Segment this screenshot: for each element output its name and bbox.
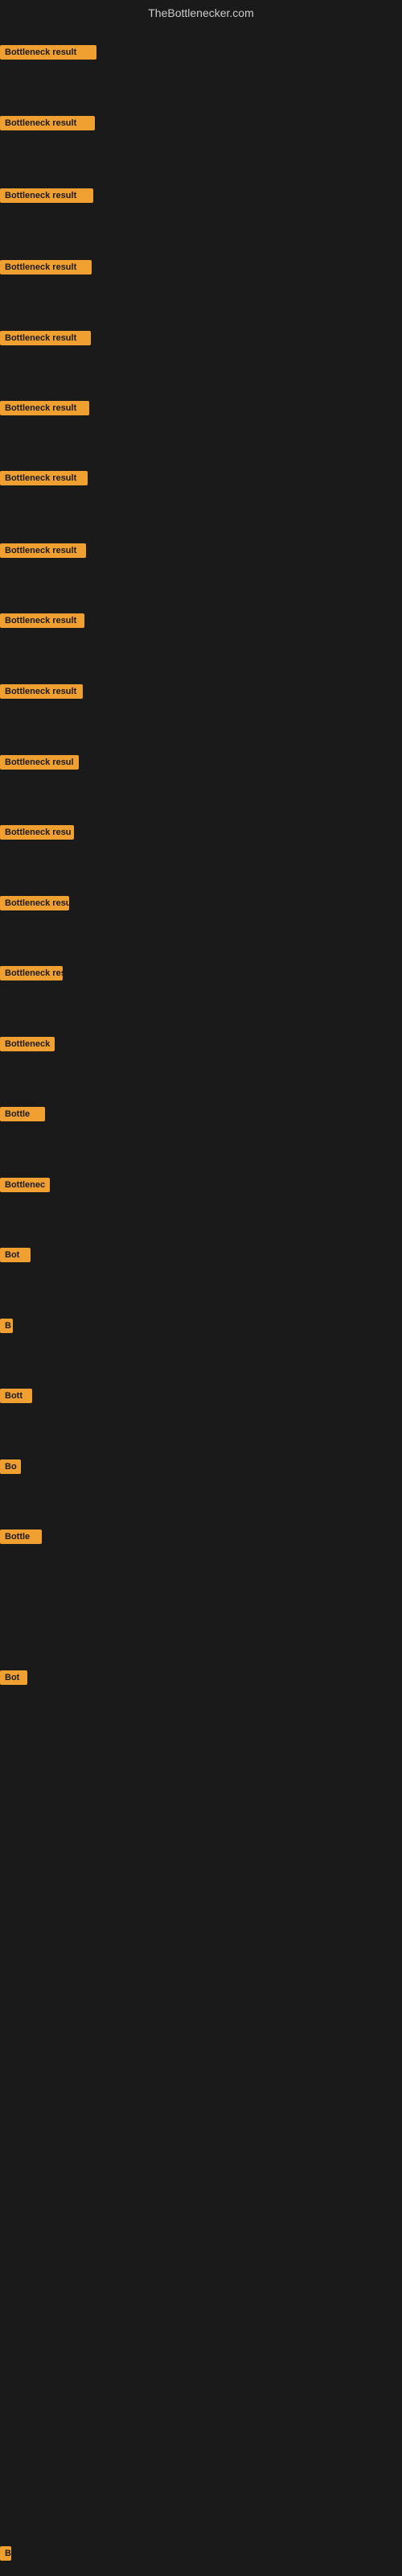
list-item: Bottleneck result: [0, 188, 93, 207]
list-item: Bott: [0, 1389, 32, 1407]
bottleneck-result-badge: Bottleneck result: [0, 45, 96, 60]
list-item: Bottleneck result: [0, 45, 96, 64]
list-item: Bot: [0, 1248, 31, 1266]
bottleneck-result-badge: Bottleneck result: [0, 543, 86, 558]
bottleneck-result-badge: Bottleneck result: [0, 471, 88, 485]
list-item: Bottlenec: [0, 1178, 50, 1196]
list-item: Bottleneck resu: [0, 825, 74, 844]
bottleneck-result-badge: Bottleneck resu: [0, 825, 74, 840]
list-item: Bottleneck: [0, 1037, 55, 1055]
bottleneck-result-badge: Bo: [0, 1459, 21, 1474]
bottleneck-result-badge: Bottleneck result: [0, 116, 95, 130]
bottleneck-result-badge: Bott: [0, 1389, 32, 1403]
list-item: Bottleneck result: [0, 471, 88, 489]
bottleneck-result-badge: Bottle: [0, 1107, 45, 1121]
list-item: Bottleneck result: [0, 260, 92, 279]
list-item: Bottleneck result: [0, 684, 83, 703]
list-item: Bottleneck result: [0, 116, 95, 134]
bottleneck-result-badge: Bottleneck result: [0, 188, 93, 203]
bottleneck-result-badge: Bottleneck resu: [0, 896, 69, 910]
list-item: Bottleneck result: [0, 401, 89, 419]
list-item: B: [0, 2546, 11, 2565]
bottleneck-result-badge: Bottleneck result: [0, 331, 91, 345]
site-title: TheBottlenecker.com: [0, 0, 402, 26]
list-item: Bo: [0, 1459, 21, 1478]
bottleneck-result-badge: Bottlenec: [0, 1178, 50, 1192]
bottleneck-result-badge: B: [0, 1319, 13, 1333]
bottleneck-result-badge: Bottleneck result: [0, 260, 92, 275]
bottleneck-result-badge: Bot: [0, 1670, 27, 1685]
list-item: Bottle: [0, 1107, 45, 1125]
bottleneck-result-badge: Bot: [0, 1248, 31, 1262]
list-item: Bottleneck result: [0, 613, 84, 632]
bottleneck-result-badge: Bottleneck resul: [0, 755, 79, 770]
list-item: Bottleneck resul: [0, 755, 79, 774]
bottleneck-result-badge: Bottleneck result: [0, 613, 84, 628]
list-item: Bot: [0, 1670, 27, 1689]
list-item: Bottleneck resu: [0, 896, 69, 914]
list-item: Bottle: [0, 1530, 42, 1548]
list-item: Bottleneck result: [0, 331, 91, 349]
bottleneck-result-badge: Bottle: [0, 1530, 42, 1544]
bottleneck-result-badge: Bottleneck result: [0, 401, 89, 415]
bottleneck-result-badge: B: [0, 2546, 11, 2561]
list-item: Bottleneck result: [0, 543, 86, 562]
list-item: Bottleneck res: [0, 966, 63, 985]
list-item: B: [0, 1319, 13, 1337]
bottleneck-result-badge: Bottleneck: [0, 1037, 55, 1051]
bottleneck-result-badge: Bottleneck res: [0, 966, 63, 980]
bottleneck-result-badge: Bottleneck result: [0, 684, 83, 699]
